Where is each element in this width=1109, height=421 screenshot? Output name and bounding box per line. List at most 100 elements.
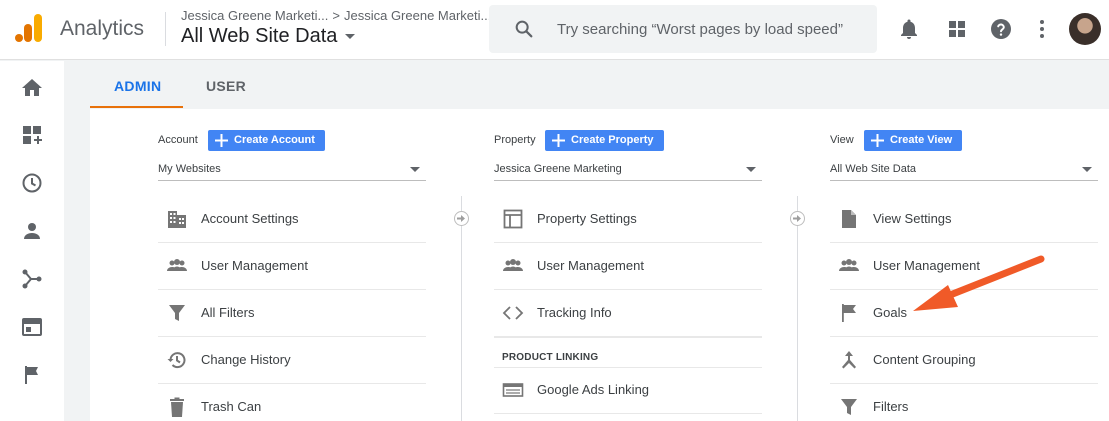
view-selector-value: All Web Site Data: [830, 163, 917, 175]
account-selector[interactable]: My Websites: [158, 157, 426, 181]
item-label: User Management: [537, 258, 644, 273]
people-icon: [839, 259, 859, 271]
dropdown-arrow-icon: [746, 167, 756, 172]
active-tab-indicator: [90, 106, 183, 108]
item-label: Google Ads Linking: [537, 382, 650, 397]
history-icon: [167, 352, 186, 369]
item-label: Content Grouping: [873, 352, 976, 367]
tab-admin[interactable]: ADMIN: [114, 78, 161, 94]
people-icon: [503, 259, 523, 271]
google-ads-linking-item[interactable]: Google Ads Linking: [494, 367, 762, 414]
account-selector-value: My Websites: [158, 163, 221, 175]
create-view-button[interactable]: Create View: [864, 130, 963, 151]
trash-icon: [170, 397, 184, 417]
breadcrumb-property[interactable]: Jessica Greene Marketi...: [344, 8, 491, 23]
view-settings-item[interactable]: View Settings: [830, 196, 1098, 243]
flag-icon: [842, 304, 856, 322]
create-account-button[interactable]: Create Account: [208, 130, 325, 151]
section-divider: [494, 337, 762, 338]
apps-grid-icon[interactable]: [945, 17, 969, 41]
account-column: Account Create Account My Websites Accou…: [158, 109, 426, 421]
plus-icon: [215, 134, 228, 147]
create-account-label: Create Account: [234, 134, 315, 146]
property-settings-item[interactable]: Property Settings: [494, 196, 762, 243]
search-box[interactable]: [489, 5, 877, 53]
analytics-logo-icon[interactable]: [14, 12, 44, 44]
tab-bar: ADMIN USER: [64, 61, 1109, 108]
customization-icon[interactable]: [20, 123, 44, 147]
search-icon: [515, 20, 533, 38]
dropdown-arrow-icon: [410, 167, 420, 172]
view-content-grouping-item[interactable]: Content Grouping: [830, 337, 1098, 384]
plus-icon: [552, 134, 565, 147]
admin-panel: Account Create Account My Websites Accou…: [90, 109, 1109, 421]
dropdown-arrow-icon: [1082, 167, 1092, 172]
property-label: Property: [494, 134, 536, 146]
left-nav-rail: [0, 61, 64, 421]
item-label: Trash Can: [201, 399, 262, 414]
caret-down-icon: [345, 34, 356, 40]
conversions-flag-icon[interactable]: [20, 363, 44, 387]
behavior-icon[interactable]: [20, 315, 44, 339]
item-label: All Filters: [201, 305, 255, 320]
realtime-clock-icon[interactable]: [20, 171, 44, 195]
item-label: Tracking Info: [537, 305, 612, 320]
account-user-management-item[interactable]: User Management: [158, 243, 426, 290]
chevron-right-icon: >: [332, 8, 340, 23]
item-label: Property Settings: [537, 211, 637, 226]
column-divider: [461, 196, 462, 421]
search-input[interactable]: [557, 17, 857, 41]
create-view-label: Create View: [890, 134, 953, 146]
view-column: View Create View All Web Site Data View …: [830, 109, 1098, 421]
create-property-label: Create Property: [571, 134, 654, 146]
document-icon: [842, 210, 856, 228]
ads-linking-icon: [502, 383, 524, 397]
account-all-filters-item[interactable]: All Filters: [158, 290, 426, 337]
view-selector-dropdown[interactable]: All Web Site Data: [830, 157, 1098, 181]
app-name: Analytics: [60, 17, 145, 40]
item-label: Goals: [873, 305, 907, 320]
account-settings-item[interactable]: Account Settings: [158, 196, 426, 243]
notifications-icon[interactable]: [897, 17, 921, 41]
item-label: Account Settings: [201, 211, 299, 226]
help-icon[interactable]: [989, 17, 1013, 41]
tab-user[interactable]: USER: [206, 78, 246, 94]
breadcrumb-account[interactable]: Jessica Greene Marketi...: [181, 8, 328, 23]
avatar[interactable]: [1069, 13, 1101, 45]
building-icon: [168, 211, 186, 228]
audience-person-icon[interactable]: [20, 219, 44, 243]
property-user-management-item[interactable]: User Management: [494, 243, 762, 290]
property-tracking-info-item[interactable]: Tracking Info: [494, 290, 762, 337]
top-bar: Analytics Jessica Greene Marketi... > Jess…: [0, 0, 1109, 60]
item-label: Filters: [873, 399, 909, 414]
view-goals-item[interactable]: Goals: [830, 290, 1098, 337]
home-icon[interactable]: [20, 76, 44, 100]
plus-icon: [871, 134, 884, 147]
acquisition-icon[interactable]: [20, 267, 44, 291]
arrow-right-circle-icon: [454, 211, 469, 226]
property-column: Property Create Property Jessica Greene …: [494, 109, 762, 421]
product-linking-header: PRODUCT LINKING: [502, 352, 599, 363]
filter-icon: [841, 399, 857, 415]
more-vert-icon[interactable]: [1030, 17, 1054, 41]
web-window-icon: [503, 209, 523, 229]
filter-icon: [169, 305, 185, 321]
property-selector[interactable]: Jessica Greene Marketing: [494, 157, 762, 181]
header-divider: [165, 12, 166, 46]
account-change-history-item[interactable]: Change History: [158, 337, 426, 384]
item-label: Change History: [201, 352, 291, 367]
item-label: User Management: [201, 258, 308, 273]
view-user-management-item[interactable]: User Management: [830, 243, 1098, 290]
account-trash-can-item[interactable]: Trash Can: [158, 384, 426, 421]
breadcrumb[interactable]: Jessica Greene Marketi... > Jessica Greene…: [181, 8, 491, 23]
item-label: View Settings: [873, 211, 952, 226]
view-selector[interactable]: All Web Site Data: [181, 25, 356, 48]
item-label: User Management: [873, 258, 980, 273]
content-grouping-icon: [842, 351, 856, 369]
view-selector-label: All Web Site Data: [181, 25, 338, 47]
create-property-button[interactable]: Create Property: [545, 130, 664, 151]
account-label: Account: [158, 134, 198, 146]
code-icon: [502, 306, 524, 320]
view-label: View: [830, 134, 854, 146]
view-filters-item[interactable]: Filters: [830, 384, 1098, 421]
